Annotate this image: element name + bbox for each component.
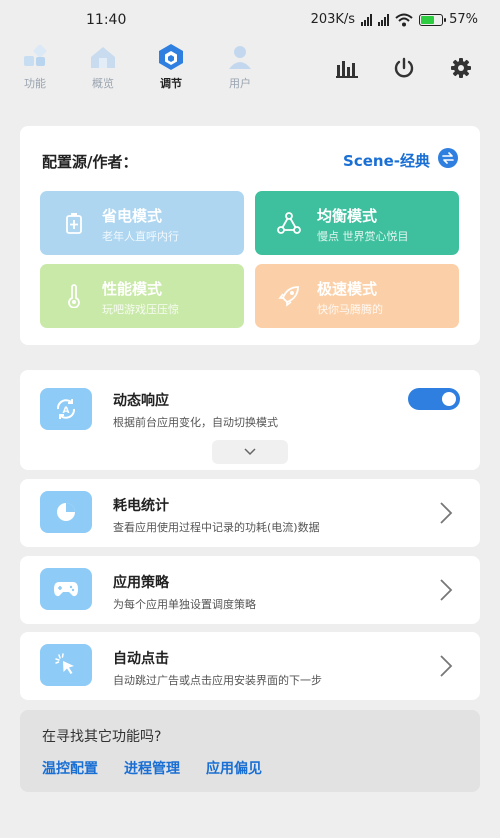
mode-title: 性能模式 (102, 280, 163, 298)
status-right: 203K/s 57% (311, 12, 478, 27)
wifi-icon (395, 13, 413, 26)
feature-auto-click[interactable]: 自动点击 自动跳过广告或点击应用安装界面的下一步 (20, 632, 480, 700)
feature-subtitle: 根据前台应用变化，自动切换模式 (113, 416, 278, 429)
dynamic-response-card: A 动态响应 根据前台应用变化，自动切换模式 (20, 370, 480, 470)
tab-label: 调节 (160, 77, 182, 90)
expand-button[interactable] (212, 440, 288, 464)
feature-title: 自动点击 (113, 651, 169, 667)
signal-icon-2 (378, 13, 390, 26)
status-bar: 11:40 203K/s 57% (0, 0, 500, 40)
mode-subtitle: 快你马腾腾的 (317, 303, 383, 316)
cursor-click-icon (40, 644, 92, 686)
mode-subtitle: 老年人直呼内行 (102, 230, 179, 243)
settings-icon (451, 58, 471, 78)
mode-subtitle: 玩吧游戏压压惊 (102, 303, 179, 316)
config-source-value[interactable]: Scene-经典 (343, 150, 430, 171)
tab-label: 功能 (24, 77, 46, 90)
mode-title: 省电模式 (102, 207, 163, 225)
tab-label: 用户 (229, 77, 251, 90)
signal-icon (361, 13, 373, 26)
feature-subtitle: 为每个应用单独设置调度策略 (113, 598, 256, 611)
battery-charge-icon (62, 211, 86, 235)
network-nodes-icon (277, 211, 301, 235)
feature-power-stats[interactable]: 耗电统计 查看应用使用过程中记录的功耗(电流)数据 (20, 479, 480, 547)
adjust-icon (155, 42, 187, 72)
stats-button[interactable] (333, 54, 361, 82)
chevron-down-icon (244, 448, 256, 456)
find-more-links: 温控配置 进程管理 应用偏见 (42, 758, 262, 778)
mode-title: 均衡模式 (317, 207, 378, 225)
feature-title: 动态响应 (113, 393, 169, 409)
feature-subtitle: 查看应用使用过程中记录的功耗(电流)数据 (113, 521, 320, 534)
pie-chart-icon (40, 491, 92, 533)
link-process-manager[interactable]: 进程管理 (124, 758, 180, 778)
switch-config-button[interactable] (438, 148, 458, 168)
mode-balanced[interactable]: 均衡模式 慢点 世界赏心悦目 (255, 191, 459, 255)
mode-performance[interactable]: 性能模式 玩吧游戏压压惊 (40, 264, 244, 328)
chevron-right-icon (440, 655, 453, 677)
top-nav: 功能 概览 调节 用户 (0, 42, 500, 98)
config-card: 配置源/作者： Scene-经典 省电模式 老年人直呼内行 均衡模式 慢点 世界… (20, 126, 480, 345)
power-icon (394, 57, 414, 78)
gamepad-icon (40, 568, 92, 610)
swap-icon (442, 152, 454, 164)
link-thermal-config[interactable]: 温控配置 (42, 758, 98, 778)
link-app-preference[interactable]: 应用偏见 (206, 758, 262, 778)
dynamic-response-toggle[interactable] (408, 388, 460, 410)
thermometer-icon (62, 284, 86, 308)
user-icon (224, 42, 256, 72)
chevron-right-icon (440, 502, 453, 524)
mode-turbo[interactable]: 极速模式 快你马腾腾的 (255, 264, 459, 328)
mode-powersave[interactable]: 省电模式 老年人直呼内行 (40, 191, 244, 255)
overview-icon (87, 42, 119, 72)
power-button[interactable] (390, 54, 418, 82)
svg-text:A: A (63, 406, 70, 416)
tab-overview[interactable]: 概览 (78, 42, 128, 91)
settings-button[interactable] (447, 54, 475, 82)
battery-level: 57% (449, 12, 478, 27)
status-time: 11:40 (86, 12, 127, 28)
feature-subtitle: 自动跳过广告或点击应用安装界面的下一步 (113, 674, 322, 687)
feature-app-policy[interactable]: 应用策略 为每个应用单独设置调度策略 (20, 556, 480, 624)
net-speed: 203K/s (310, 12, 356, 27)
mode-subtitle: 慢点 世界赏心悦目 (317, 230, 409, 243)
tab-label: 概览 (92, 77, 114, 90)
chevron-right-icon (440, 579, 453, 601)
feature-title: 应用策略 (113, 575, 169, 591)
auto-switch-icon: A (40, 388, 92, 430)
rocket-icon (277, 284, 301, 308)
config-label: 配置源/作者： (42, 153, 138, 171)
stats-icon (336, 61, 358, 78)
features-icon (19, 42, 51, 72)
battery-icon (419, 13, 447, 26)
tab-user[interactable]: 用户 (215, 42, 265, 91)
find-more-question: 在寻找其它功能吗? (42, 729, 162, 745)
feature-title: 耗电统计 (113, 498, 169, 514)
find-more-card: 在寻找其它功能吗? 温控配置 进程管理 应用偏见 (20, 710, 480, 792)
tab-features[interactable]: 功能 (10, 42, 60, 91)
tab-adjust[interactable]: 调节 (146, 42, 196, 91)
mode-title: 极速模式 (317, 280, 378, 298)
